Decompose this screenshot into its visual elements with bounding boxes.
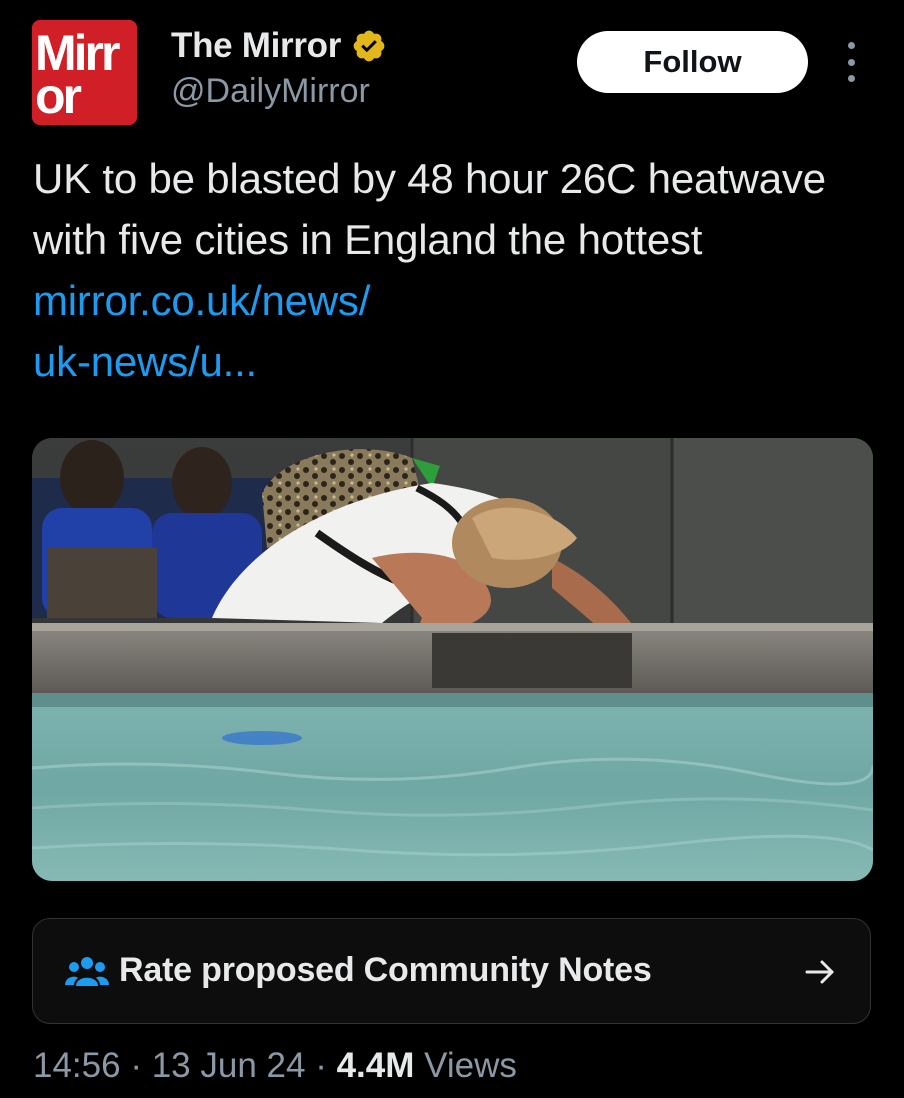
tweet-body: UK to be blasted by 48 hour 26C heatwave… (33, 155, 826, 263)
tweet-meta: 14:56 · 13 Jun 24 · 4.4M Views (33, 1046, 517, 1086)
display-name-row: The Mirror (171, 24, 387, 68)
views-count[interactable]: 4.4M (337, 1046, 415, 1085)
meta-separator: · (130, 1046, 142, 1085)
tweet-link-part1: mirror.co.uk/news/ (33, 277, 371, 324)
tweet-link-part2: uk-news/u... (33, 338, 258, 385)
people-group-icon (65, 955, 109, 987)
mirror-logo: Mirr or (32, 20, 137, 125)
arrow-right-icon (805, 957, 835, 987)
account-avatar[interactable]: Mirr or (32, 20, 137, 125)
verified-badge-icon[interactable] (351, 28, 387, 64)
heatwave-photo (32, 438, 873, 881)
tweet-link[interactable]: mirror.co.uk/news/uk-news/u... (33, 277, 370, 385)
user-info: The Mirror @DailyMirror (171, 24, 387, 111)
follow-button[interactable]: Follow (577, 31, 808, 93)
tweet-media-photo[interactable] (32, 438, 873, 881)
community-notes-card[interactable]: Rate proposed Community Notes (32, 918, 871, 1024)
community-notes-label: Rate proposed Community Notes (119, 951, 652, 989)
more-options-icon[interactable] (840, 42, 862, 82)
tweet-text: UK to be blasted by 48 hour 26C heatwave… (33, 148, 853, 392)
meta-separator: · (315, 1046, 327, 1085)
display-name[interactable]: The Mirror (171, 26, 341, 66)
tweet-header: Mirr or The Mirror @DailyMirror Follow (32, 20, 872, 130)
tweet-date[interactable]: 13 Jun 24 (152, 1046, 306, 1085)
logo-text-line2: or (35, 68, 82, 124)
tweet-time[interactable]: 14:56 (33, 1046, 121, 1085)
views-label: Views (424, 1046, 517, 1085)
account-handle[interactable]: @DailyMirror (171, 72, 387, 111)
